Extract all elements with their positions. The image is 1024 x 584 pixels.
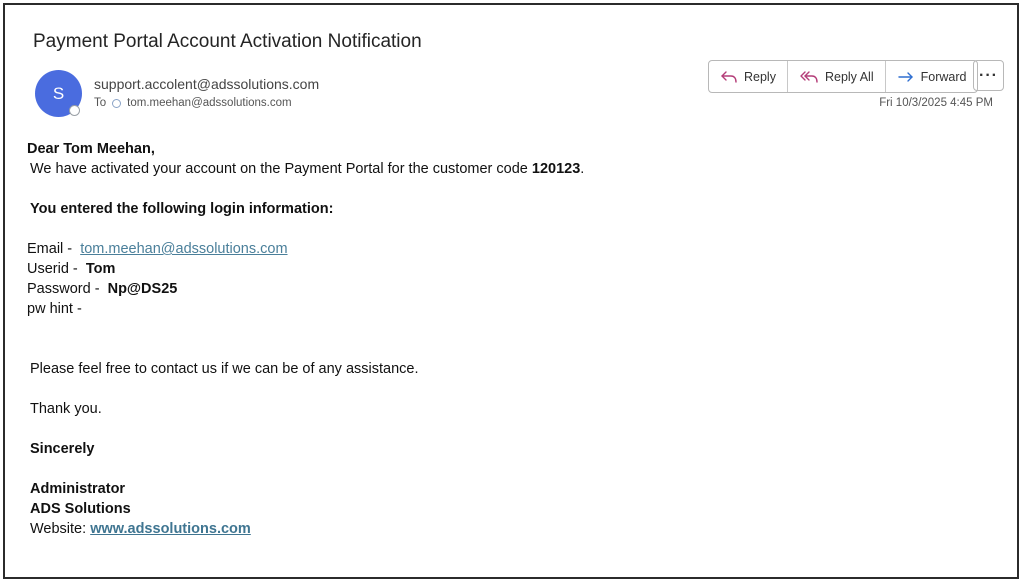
email-row: Email - tom.meehan@adssolutions.com bbox=[27, 239, 987, 259]
login-heading: You entered the following login informat… bbox=[30, 201, 334, 217]
activation-text: We have activated your account on the Pa… bbox=[30, 161, 528, 177]
email-link[interactable]: tom.meehan@adssolutions.com bbox=[80, 241, 287, 257]
thanks-line: Thank you. bbox=[30, 401, 102, 417]
contact-paragraph: Please feel free to contact us if we can… bbox=[30, 361, 419, 377]
activation-paragraph: We have activated your account on the Pa… bbox=[30, 161, 585, 177]
password-row: Password - Np@DS25 bbox=[27, 279, 987, 299]
customer-code: 120123 bbox=[531, 161, 581, 177]
more-actions-button[interactable]: ··· bbox=[973, 60, 1004, 91]
forward-button[interactable]: Forward bbox=[886, 61, 978, 92]
reply-all-icon bbox=[800, 70, 818, 83]
recipient-address[interactable]: tom.meehan@adssolutions.com bbox=[127, 97, 291, 109]
to-label: To bbox=[94, 97, 107, 109]
message-action-toolbar: Reply Reply All Forward bbox=[708, 60, 979, 93]
reply-icon bbox=[721, 70, 737, 83]
sender-address[interactable]: support.accolent@adssolutions.com bbox=[94, 76, 319, 92]
more-icon: ··· bbox=[979, 66, 998, 84]
userid-value: Tom bbox=[85, 261, 116, 277]
reply-label: Reply bbox=[744, 69, 776, 84]
closing-line: Sincerely bbox=[30, 441, 95, 457]
forward-icon bbox=[897, 71, 913, 82]
avatar-initial: S bbox=[52, 83, 65, 103]
pwhint-row: pw hint - bbox=[27, 301, 82, 317]
website-link[interactable]: www.adssolutions.com bbox=[90, 521, 251, 537]
recipient-line: To tom.meehan@adssolutions.com bbox=[94, 97, 292, 109]
greeting: Dear Tom Meehan, bbox=[27, 141, 155, 157]
email-body: Dear Tom Meehan, We have activated your … bbox=[27, 139, 987, 539]
email-reading-pane: Payment Portal Account Activation Notifi… bbox=[3, 3, 1019, 579]
password-label: Password - bbox=[27, 281, 100, 297]
signature-company: ADS Solutions bbox=[30, 501, 131, 517]
userid-row: Userid - Tom bbox=[27, 259, 987, 279]
password-value: Np@DS25 bbox=[107, 281, 178, 297]
presence-status-icon bbox=[69, 105, 80, 116]
forward-label: Forward bbox=[920, 69, 967, 84]
reply-all-button[interactable]: Reply All bbox=[788, 61, 886, 92]
recipient-presence-icon bbox=[112, 98, 122, 108]
website-label: Website: bbox=[30, 521, 87, 537]
userid-label: Userid - bbox=[27, 261, 78, 277]
reply-button[interactable]: Reply bbox=[709, 61, 788, 92]
email-label: Email - bbox=[27, 241, 73, 257]
signature-title: Administrator bbox=[30, 481, 126, 497]
website-row: Website: www.adssolutions.com bbox=[27, 519, 987, 539]
reply-all-label: Reply All bbox=[824, 69, 874, 84]
received-timestamp: Fri 10/3/2025 4:45 PM bbox=[879, 97, 993, 109]
email-subject: Payment Portal Account Activation Notifi… bbox=[33, 31, 422, 52]
